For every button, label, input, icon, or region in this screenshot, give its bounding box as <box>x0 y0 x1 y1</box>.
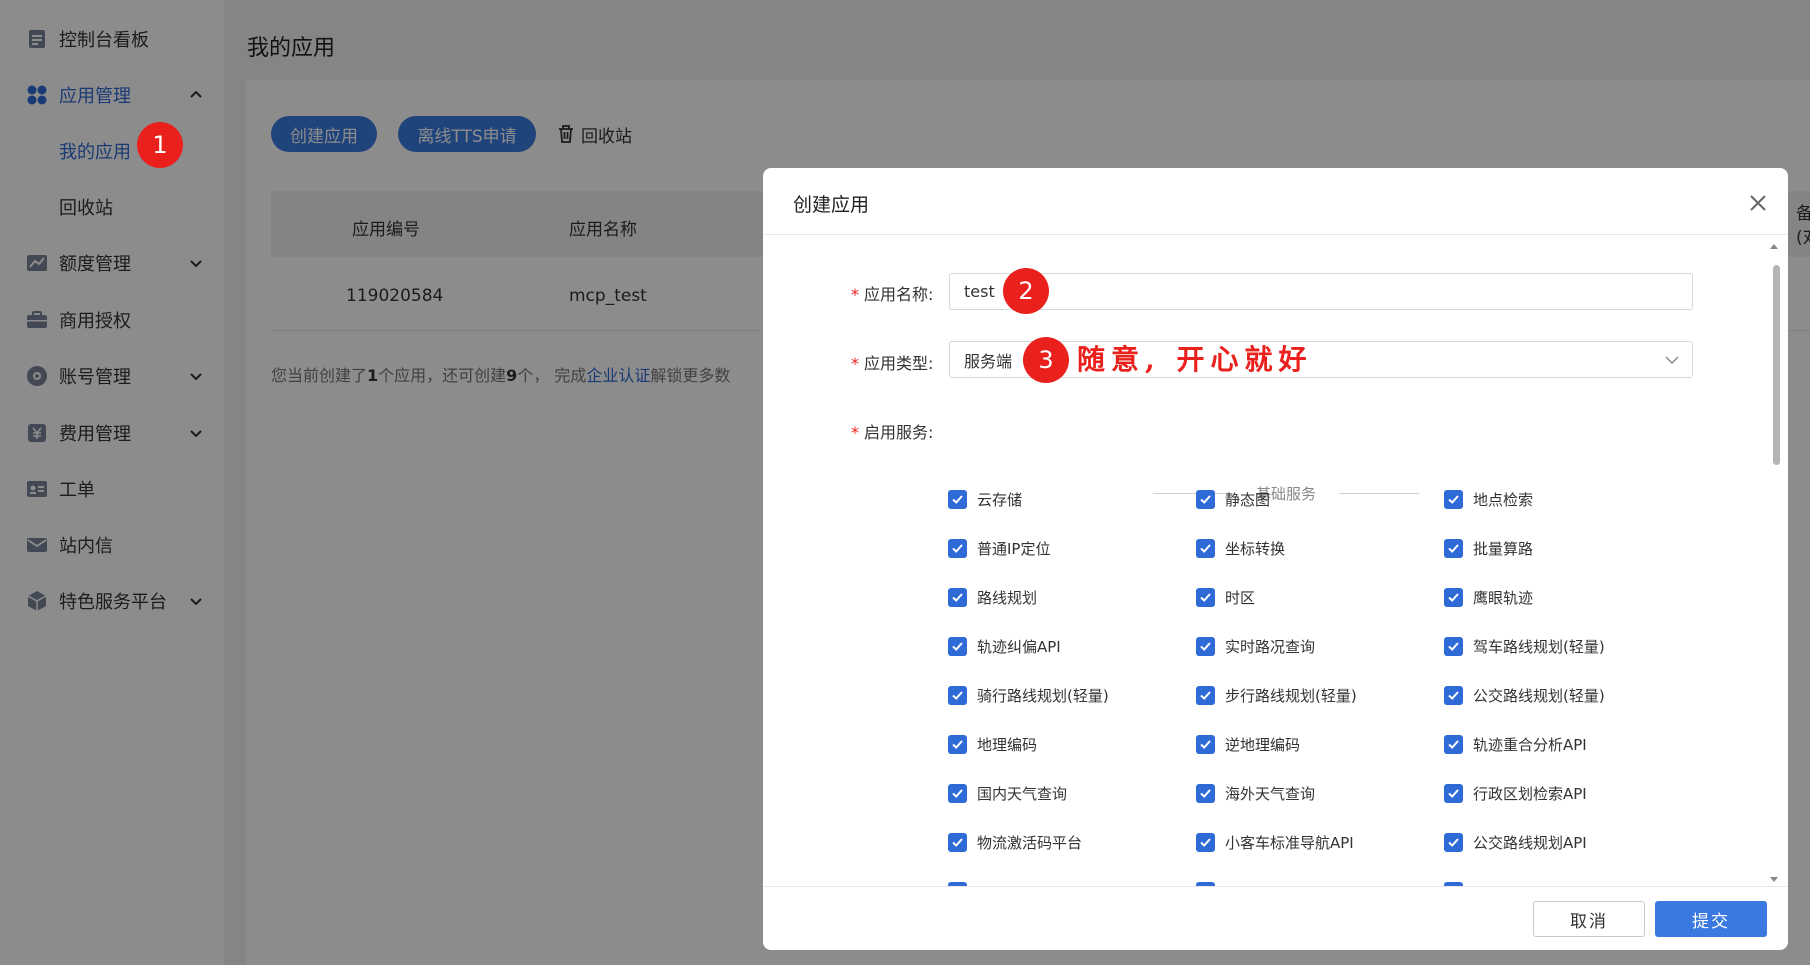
cancel-button[interactable]: 取消 <box>1533 901 1645 937</box>
service-label: 批量算路 <box>1473 539 1534 558</box>
checkbox-checked-icon <box>1444 832 1463 852</box>
step-badge-1: 1 <box>137 122 183 168</box>
service-label: 行政区划检索API <box>1473 784 1587 803</box>
checkbox-checked-icon <box>948 636 967 656</box>
service-checkbox[interactable]: 实时路况查询 <box>1196 634 1315 658</box>
checkbox-checked-icon <box>948 587 967 607</box>
service-checkbox[interactable]: 步行路线规划(轻量) <box>1196 683 1357 707</box>
service-label: 轨迹纠偏API <box>977 637 1061 656</box>
service-label: 驾车路线规划(轻量) <box>1473 637 1605 656</box>
service-checkbox[interactable]: 鹰眼轨迹 <box>1444 585 1533 609</box>
checkbox-checked-icon <box>1196 636 1215 656</box>
service-label: 国内天气查询 <box>977 784 1068 803</box>
service-label: 步行路线规划(轻量) <box>1225 686 1357 705</box>
service-label: 海外天气查询 <box>1225 784 1316 803</box>
checkbox-checked-icon <box>1444 734 1463 754</box>
checkbox-checked-icon <box>1196 538 1215 558</box>
checkbox-checked-icon <box>1444 538 1463 558</box>
checkbox-checked-icon <box>1444 489 1463 509</box>
step-badge-2: 2 <box>1003 268 1049 314</box>
chevron-down-icon <box>1665 356 1679 365</box>
modal-footer-divider <box>763 886 1788 887</box>
app-name-input[interactable]: test <box>949 273 1693 310</box>
checkbox-checked-icon <box>1196 783 1215 803</box>
create-app-modal: 创建应用 * 应用名称: test 2 随意, 开心就好 * 应用类型: 服务端 3… <box>763 168 1788 950</box>
service-label: 逆地理编码 <box>1225 735 1301 754</box>
checkbox-checked-icon <box>948 685 967 705</box>
service-label: 地理编码 <box>977 735 1038 754</box>
checkbox-checked-icon <box>1196 587 1215 607</box>
modal-body: * 应用名称: test 2 随意, 开心就好 * 应用类型: 服务端 3 * 启用服… <box>763 235 1788 886</box>
service-label: 实时路况查询 <box>1225 637 1316 656</box>
service-checkbox[interactable]: 行政区划检索API <box>1444 781 1587 805</box>
checkbox-checked-icon <box>1444 636 1463 656</box>
close-icon[interactable] <box>1745 190 1771 216</box>
app-name-label: * 应用名称: <box>851 285 934 304</box>
service-label: 地点检索 <box>1473 490 1534 509</box>
service-checkbox[interactable]: 坐标转换 <box>1196 536 1285 560</box>
service-checkbox[interactable]: 地点检索 <box>1444 487 1533 511</box>
service-label: 公交路线规划(轻量) <box>1473 686 1605 705</box>
checkbox-checked-icon <box>1444 587 1463 607</box>
service-label: 坐标转换 <box>1225 539 1286 558</box>
service-checkbox[interactable]: 轨迹纠偏API <box>948 634 1061 658</box>
app-type-label: * 应用类型: <box>851 354 934 373</box>
service-checkbox[interactable]: 公交路线规划API <box>1444 830 1587 854</box>
service-checkbox[interactable] <box>948 879 977 886</box>
checkbox-checked-icon <box>1196 734 1215 754</box>
service-checkbox[interactable]: 时区 <box>1196 585 1255 609</box>
service-checkbox[interactable]: 海外天气查询 <box>1196 781 1315 805</box>
service-checkbox[interactable]: 路线规划 <box>948 585 1037 609</box>
service-checkbox[interactable] <box>1444 879 1473 886</box>
checkbox-checked-icon <box>948 783 967 803</box>
service-label: 公交路线规划API <box>1473 833 1587 852</box>
checkbox-checked-icon <box>948 538 967 558</box>
service-checkbox[interactable] <box>1196 879 1225 886</box>
service-checkbox[interactable]: 批量算路 <box>1444 536 1533 560</box>
checkbox-checked-icon <box>948 832 967 852</box>
checkbox-checked-icon <box>1196 685 1215 705</box>
service-checkbox[interactable]: 地理编码 <box>948 732 1037 756</box>
service-label: 静态图 <box>1225 490 1271 509</box>
service-checkbox[interactable]: 云存储 <box>948 487 1022 511</box>
checkbox-checked-icon <box>1444 783 1463 803</box>
service-label: 骑行路线规划(轻量) <box>977 686 1109 705</box>
service-label: 鹰眼轨迹 <box>1473 588 1534 607</box>
service-checkbox[interactable]: 静态图 <box>1196 487 1270 511</box>
service-checkbox[interactable]: 驾车路线规划(轻量) <box>1444 634 1605 658</box>
service-checkbox[interactable]: 逆地理编码 <box>1196 732 1300 756</box>
scrollbar-thumb[interactable] <box>1773 265 1780 465</box>
service-label: 小客车标准导航API <box>1225 833 1354 852</box>
service-checkbox[interactable]: 骑行路线规划(轻量) <box>948 683 1109 707</box>
service-checkbox[interactable]: 国内天气查询 <box>948 781 1067 805</box>
service-checkbox[interactable]: 物流激活码平台 <box>948 830 1082 854</box>
service-label: 普通IP定位 <box>977 539 1051 558</box>
checkbox-checked-icon <box>948 489 967 509</box>
checkbox-checked-icon <box>948 734 967 754</box>
service-checkbox[interactable]: 轨迹重合分析API <box>1444 732 1587 756</box>
modal-title: 创建应用 <box>793 194 870 216</box>
service-checkbox[interactable]: 小客车标准导航API <box>1196 830 1354 854</box>
service-label: 路线规划 <box>977 588 1038 607</box>
service-label: 云存储 <box>977 490 1023 509</box>
service-checkbox[interactable]: 普通IP定位 <box>948 536 1050 560</box>
submit-button[interactable]: 提交 <box>1655 901 1767 937</box>
services-label: * 启用服务: <box>851 423 934 442</box>
checkbox-checked-icon <box>1444 685 1463 705</box>
checkbox-checked-icon <box>1196 832 1215 852</box>
service-label: 时区 <box>1225 588 1256 607</box>
step-badge-3: 3 <box>1023 337 1069 383</box>
checkbox-checked-icon <box>1196 489 1215 509</box>
service-checkbox[interactable]: 公交路线规划(轻量) <box>1444 683 1605 707</box>
service-label: 物流激活码平台 <box>977 833 1083 852</box>
service-label: 轨迹重合分析API <box>1473 735 1587 754</box>
